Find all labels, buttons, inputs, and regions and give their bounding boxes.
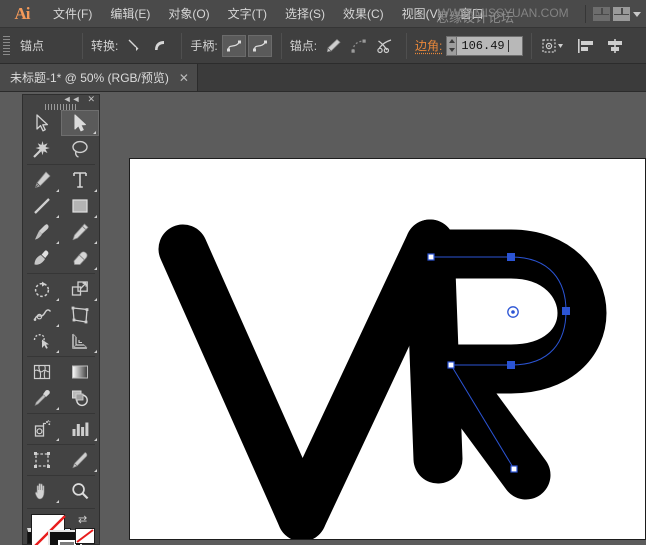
workspace-preset-icon[interactable] [593,7,610,21]
align-center-icon[interactable] [603,35,627,57]
shape-builder-tool[interactable] [23,328,61,354]
cut-path-icon[interactable] [373,35,397,57]
menu-view[interactable]: 视图(V) [393,0,451,28]
corner-stepper[interactable] [446,35,458,56]
hide-handles-icon[interactable] [247,34,272,57]
hand-tool[interactable] [23,478,61,504]
artboard[interactable] [129,158,646,540]
rotate-tool[interactable] [23,276,61,302]
control-bar-gripper[interactable] [2,34,12,57]
direct-selection-tool[interactable] [61,110,99,136]
control-bar: 锚点 转换: 手柄: 锚点: 边角: 106.49 [0,28,646,64]
swap-fill-stroke-icon[interactable]: ⇄ [78,513,87,526]
close-icon[interactable]: ✕ [179,72,189,84]
handle-endpoint-leg [510,465,518,473]
corner-radius-input[interactable]: 106.49 [457,35,524,56]
free-transform-tool[interactable] [61,302,99,328]
corner-radius-value: 106.49 [461,38,505,53]
workspace-layout-icon[interactable] [613,7,630,21]
menu-select[interactable]: 选择(S) [276,0,334,28]
artwork-vr-logo [158,219,607,539]
tools-panel-header: ◄◄ ✕ [23,95,99,104]
fill-stroke-area: ⇄ [23,513,99,545]
control-anchors-label: 锚点: [289,39,318,53]
menu-effect[interactable]: 效果(C) [334,0,393,28]
anchor-point-selected-top [507,253,515,261]
document-tab-title: 未标题-1* @ 50% (RGB/预览) [10,71,169,85]
control-divider-5 [531,32,533,59]
control-divider-4 [406,32,408,59]
symbol-sprayer-tool[interactable] [23,416,61,442]
anchor-point-selected-bottom [507,361,515,369]
connect-anchors-icon[interactable] [347,35,371,57]
menu-type[interactable]: 文字(T) [219,0,276,28]
perspective-grid-tool[interactable] [61,328,99,354]
eraser-tool[interactable] [61,245,99,271]
lasso-tool[interactable] [61,136,99,162]
pencil-tool[interactable] [61,219,99,245]
zoom-tool[interactable] [61,478,99,504]
corner-label[interactable]: 边角: [415,37,442,54]
close-icon[interactable]: ✕ [87,95,95,104]
scale-tool[interactable] [61,276,99,302]
control-divider-1 [82,32,84,59]
document-tab-bar: 未标题-1* @ 50% (RGB/预览) ✕ [0,64,646,92]
mesh-tool[interactable] [23,359,61,385]
control-convert-label: 转换: [91,39,119,53]
text-cursor [507,39,509,52]
letter-v-left-stroke [158,224,327,539]
eyedropper-tool[interactable] [23,385,61,411]
line-segment-tool[interactable] [23,193,61,219]
menubar-divider [585,5,586,23]
artboard-tool[interactable] [23,447,61,473]
menu-object[interactable]: 对象(O) [159,0,218,28]
width-tool[interactable] [23,302,61,328]
handle-endpoint-top-left [427,253,435,261]
illustrator-window: Ai 文件(F) 编辑(E) 对象(O) 文字(T) 选择(S) 效果(C) 视… [0,0,646,545]
slice-tool[interactable] [61,447,99,473]
menu-window[interactable]: 窗口 [451,0,493,28]
transform-origin-point [507,306,519,318]
none-button[interactable] [75,528,95,544]
control-handles-label: 手柄: [190,39,218,53]
pen-tool[interactable] [23,167,61,193]
workspace-switcher [581,0,644,28]
gradient-tool[interactable] [61,359,99,385]
show-handles-icon[interactable] [221,34,246,57]
convert-to-corner-icon[interactable] [122,35,146,57]
anchor-point-selected-right [562,307,570,315]
type-tool[interactable] [61,167,99,193]
convert-to-smooth-icon[interactable] [148,35,172,57]
column-graph-tool[interactable] [61,416,99,442]
tools-panel: ◄◄ ✕ ⇄ [22,94,100,545]
blob-brush-tool[interactable] [23,245,61,271]
corner-radius-field[interactable]: 106.49 [446,35,524,56]
control-divider-3 [280,32,282,59]
menu-bar: Ai 文件(F) 编辑(E) 对象(O) 文字(T) 选择(S) 效果(C) 视… [0,0,646,28]
collapse-icon[interactable]: ◄◄ [63,95,81,104]
handle-endpoint-bottom-left [447,361,455,369]
rectangle-tool[interactable] [61,193,99,219]
blend-tool[interactable] [61,385,99,411]
menu-file[interactable]: 文件(F) [44,0,101,28]
menu-edit[interactable]: 编辑(E) [101,0,159,28]
chevron-down-icon[interactable] [633,11,641,17]
paintbrush-tool[interactable] [23,219,61,245]
app-logo: Ai [14,3,31,23]
tools-grid [23,110,99,504]
magic-wand-tool[interactable] [23,136,61,162]
control-selection-label: 锚点 [20,39,45,53]
selection-tool[interactable] [23,110,61,136]
control-divider-2 [181,32,183,59]
remove-anchor-icon[interactable] [321,35,345,57]
transform-options-icon[interactable] [541,35,565,57]
align-left-icon[interactable] [574,35,598,57]
document-tab[interactable]: 未标题-1* @ 50% (RGB/预览) ✕ [0,64,198,91]
